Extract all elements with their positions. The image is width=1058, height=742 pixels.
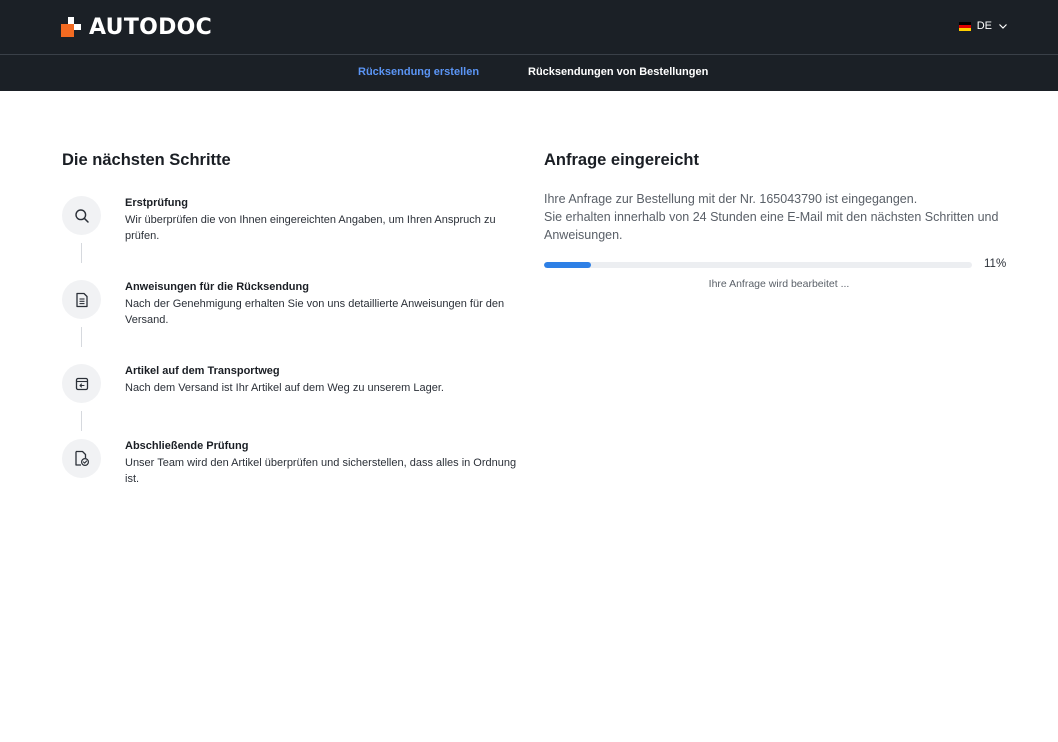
request-submitted-title: Anfrage eingereicht [544, 151, 699, 169]
search-icon [74, 208, 89, 223]
step-title: Anweisungen für die Rücksendung [125, 281, 309, 293]
next-steps-title: Die nächsten Schritte [62, 151, 231, 169]
request-info-line: Sie erhalten innerhalb von 24 Stunden ei… [544, 210, 999, 242]
return-box-icon [75, 377, 88, 390]
autodoc-logo[interactable]: AUTODOC [61, 14, 213, 40]
request-info: Ihre Anfrage zur Bestellung mit der Nr. … [544, 190, 1014, 244]
document-icon [75, 292, 88, 307]
step-title: Artikel auf dem Transportweg [125, 365, 280, 377]
logo-plus-icon [61, 17, 81, 37]
step-connector [81, 327, 82, 347]
top-bar: AUTODOC DE [0, 0, 1058, 55]
step-description: Nach der Genehmigung erhalten Sie von un… [125, 298, 505, 326]
step-description: Unser Team wird den Artikel überprüfen u… [125, 457, 517, 485]
language-label: DE [976, 20, 992, 32]
language-selector[interactable]: DE [958, 20, 1008, 32]
step-icon-circle [62, 364, 101, 403]
logo-text: AUTODOC [89, 14, 213, 40]
request-info-line: Ihre Anfrage zur Bestellung mit der Nr. … [544, 192, 918, 206]
step-description: Wir überprüfen die von Ihnen eingereicht… [125, 214, 496, 242]
step-description: Nach dem Versand ist Ihr Artikel auf dem… [125, 382, 444, 394]
tab-create-return[interactable]: Rücksendung erstellen [358, 66, 479, 78]
sub-navigation: Rücksendung erstellen Rücksendungen von … [0, 55, 1058, 91]
step-icon-circle [62, 196, 101, 235]
step-title: Erstprüfung [125, 197, 188, 209]
german-flag-icon [958, 21, 971, 31]
progress-fill [544, 262, 592, 268]
chevron-down-icon [999, 24, 1007, 29]
step-connector [81, 243, 82, 263]
progress-percent: 11% [984, 258, 1007, 270]
step-title: Abschließende Prüfung [125, 440, 249, 452]
step-icon-circle [62, 280, 101, 319]
document-check-icon [74, 450, 89, 467]
step-icon-circle [62, 439, 101, 478]
progress-bar [544, 262, 972, 268]
tab-order-returns[interactable]: Rücksendungen von Bestellungen [528, 66, 708, 78]
progress-status-text: Ihre Anfrage wird bearbeitet ... [708, 278, 850, 290]
step-connector [81, 411, 82, 431]
